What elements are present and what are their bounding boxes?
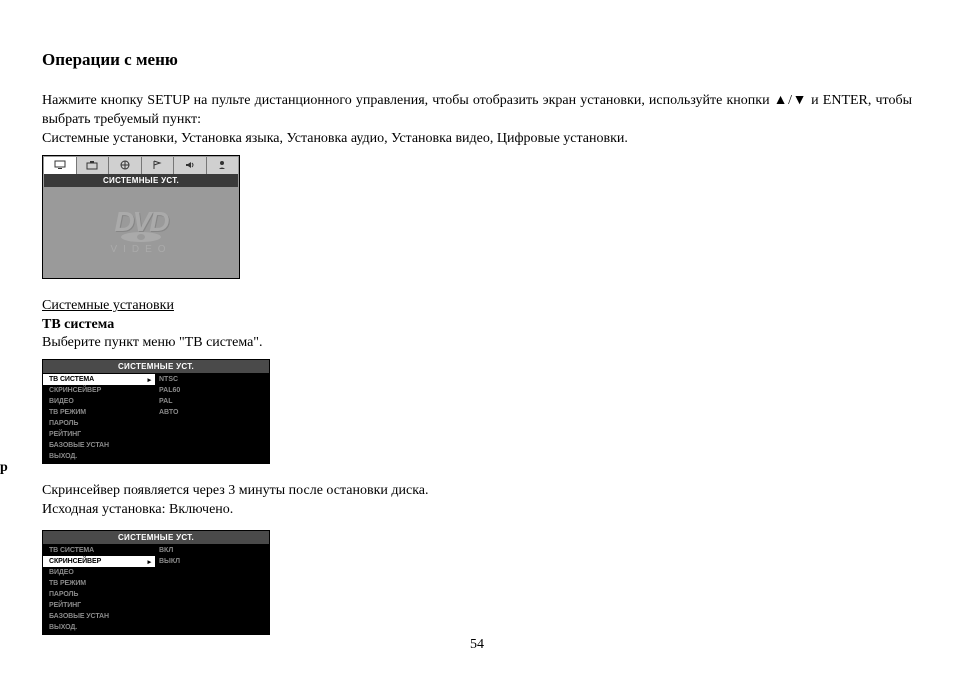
menu-item: ПАРОЛЬ (43, 589, 155, 600)
option-item: PAL60 (155, 385, 211, 396)
dvd-logo-text: DVD (110, 209, 171, 234)
menu-item: ВЫХОД. (43, 622, 155, 633)
page-fragment-left: р (0, 460, 8, 476)
osd2-title: СИСТЕМНЫЕ УСТ. (43, 360, 269, 373)
dvd-disc-icon (121, 232, 161, 242)
page-number: 54 (0, 637, 954, 653)
menu-item: БАЗОВЫЕ УСТАН (43, 440, 155, 451)
osd3-menu-list: ТВ СИСТЕМАСКРИНСЕЙВЕР▸ВИДЕОТВ РЕЖИМПАРОЛ… (43, 544, 155, 634)
section-heading-system-settings: Системные установки (42, 297, 912, 316)
osd-screenshot-tvsystem: СИСТЕМНЫЕ УСТ. ТВ СИСТЕМА▸СКРИНСЕЙВЕРВИД… (42, 359, 270, 464)
menu-item: РЕЙТИНГ (43, 429, 155, 440)
person-icon (207, 157, 239, 174)
camera-icon (77, 157, 110, 174)
screensaver-line-1: Скринсейвер появляется через 3 минуты по… (42, 482, 912, 501)
menu-item: ТВ СИСТЕМА (43, 545, 155, 556)
menu-item: ТВ СИСТЕМА▸ (43, 374, 155, 385)
intro-para-2: Системные установки, Установка языка, Ус… (42, 130, 912, 149)
globe-icon (109, 157, 142, 174)
menu-item: ТВ РЕЖИМ (43, 578, 155, 589)
menu-item: ПАРОЛЬ (43, 418, 155, 429)
osd-icon-bar (44, 157, 238, 174)
monitor-icon (44, 157, 77, 174)
menu-item: СКРИНСЕЙВЕР▸ (43, 556, 155, 567)
osd3-options-list: ВКЛВЫКЛ (155, 544, 211, 634)
intro-para-1: Нажмите кнопку SETUP на пульте дистанцио… (42, 92, 912, 130)
menu-item: РЕЙТИНГ (43, 600, 155, 611)
osd3-title: СИСТЕМНЫЕ УСТ. (43, 531, 269, 544)
option-item: ВКЛ (155, 545, 211, 556)
pointer-icon: ▸ (148, 558, 151, 566)
menu-item: БАЗОВЫЕ УСТАН (43, 611, 155, 622)
option-item: NTSC (155, 374, 211, 385)
page-heading: Операции с меню (42, 50, 912, 70)
option-item: ВЫКЛ (155, 556, 211, 567)
section-subheading-tv-system: ТВ система (42, 316, 912, 335)
pointer-icon: ▸ (148, 376, 151, 384)
tv-system-description: Выберите пункт меню "ТВ система". (42, 334, 912, 353)
osd2-menu-list: ТВ СИСТЕМА▸СКРИНСЕЙВЕРВИДЕОТВ РЕЖИМПАРОЛ… (43, 373, 155, 463)
osd-dvd-background: DVD VIDEO (44, 187, 238, 277)
osd-title-bar: СИСТЕМНЫЕ УСТ. (44, 174, 238, 187)
flag-icon (142, 157, 175, 174)
speaker-icon (174, 157, 207, 174)
dvd-video-text: VIDEO (110, 244, 171, 255)
screensaver-line-2: Исходная установка: Включено. (42, 501, 912, 520)
option-item: АВТО (155, 407, 211, 418)
osd-screenshot-system: СИСТЕМНЫЕ УСТ. DVD VIDEO (42, 155, 240, 279)
option-item: PAL (155, 396, 211, 407)
osd2-options-list: NTSCPAL60PALАВТО (155, 373, 211, 463)
dvd-logo: DVD VIDEO (110, 209, 171, 255)
menu-item: ВИДЕО (43, 396, 155, 407)
menu-item: ВЫХОД. (43, 451, 155, 462)
menu-item: ВИДЕО (43, 567, 155, 578)
osd-screenshot-screensaver: СИСТЕМНЫЕ УСТ. ТВ СИСТЕМАСКРИНСЕЙВЕР▸ВИД… (42, 530, 270, 635)
menu-item: СКРИНСЕЙВЕР (43, 385, 155, 396)
menu-item: ТВ РЕЖИМ (43, 407, 155, 418)
